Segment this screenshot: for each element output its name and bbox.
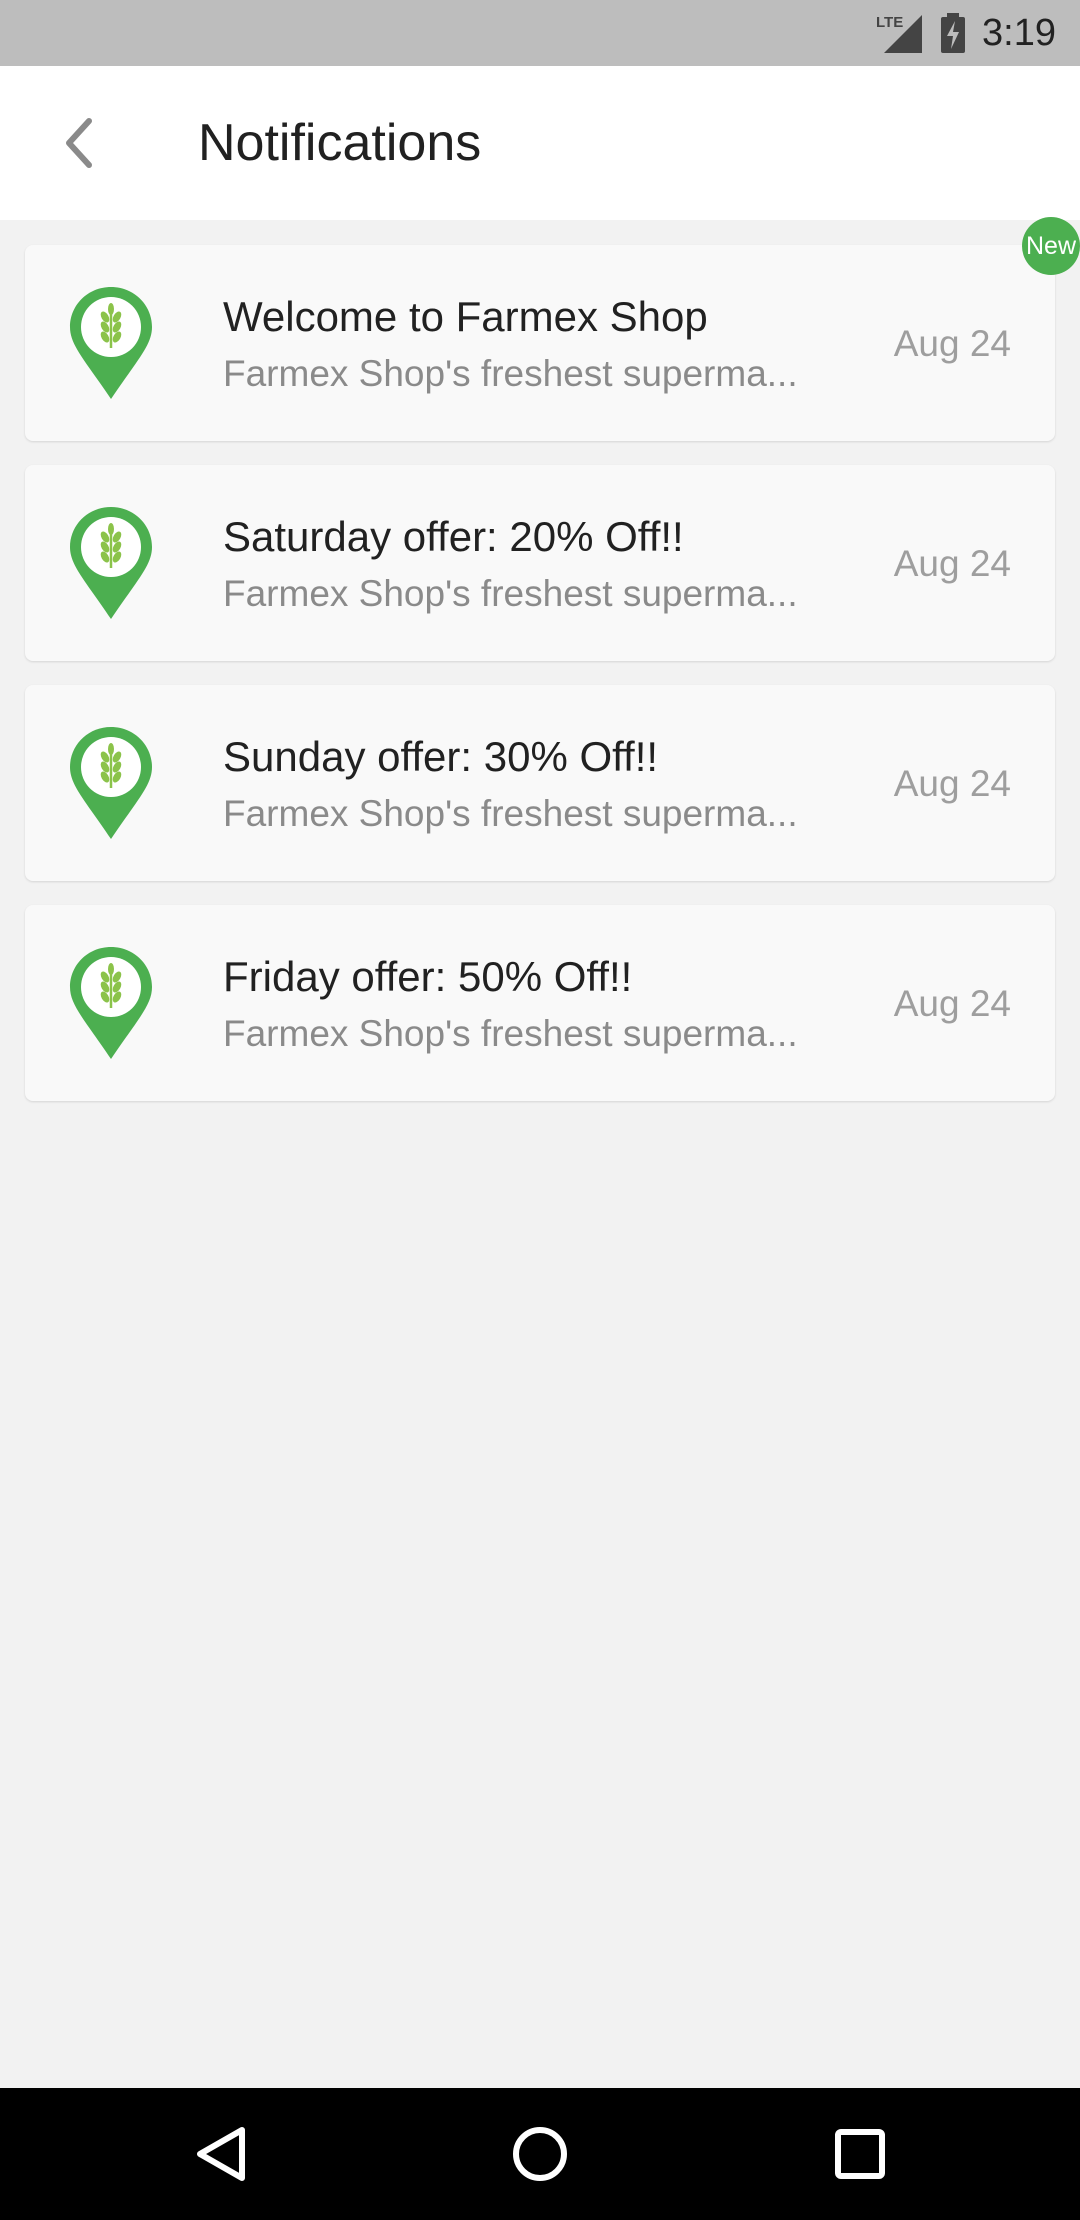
network-type-label: LTE: [876, 14, 903, 31]
notification-preview: Farmex Shop's freshest superma...: [223, 573, 798, 614]
notification-preview: Farmex Shop's freshest superma...: [223, 353, 798, 394]
new-badge: New: [1022, 217, 1080, 275]
nav-recents-button[interactable]: [820, 2114, 900, 2194]
status-time: 3:19: [982, 11, 1056, 54]
farm-location-pin-icon: [70, 507, 152, 619]
system-nav-bar: [0, 2088, 1080, 2220]
battery-charging-icon: [940, 13, 966, 53]
nav-recents-square-icon: [835, 2129, 885, 2179]
notification-title: Saturday offer: 20% Off!!: [223, 513, 684, 560]
chevron-left-icon: [66, 118, 92, 168]
nav-back-triangle-icon: [197, 2127, 245, 2181]
notification-preview: Farmex Shop's freshest superma...: [223, 1013, 798, 1054]
status-bar: LTE 3:19: [0, 0, 1080, 66]
notification-title: Welcome to Farmex Shop: [223, 293, 708, 340]
farm-location-pin-icon: [70, 287, 152, 399]
notification-item[interactable]: Friday offer: 50% Off!! Farmex Shop's fr…: [25, 905, 1055, 1101]
notification-date: Aug 24: [893, 983, 1011, 1024]
farm-location-pin-icon: [70, 727, 152, 839]
notification-item[interactable]: Saturday offer: 20% Off!! Farmex Shop's …: [25, 465, 1055, 661]
notification-date: Aug 24: [893, 763, 1011, 804]
notification-item[interactable]: Welcome to Farmex Shop Farmex Shop's fre…: [25, 217, 1080, 441]
notification-item[interactable]: Sunday offer: 30% Off!! Farmex Shop's fr…: [25, 685, 1055, 881]
back-button[interactable]: [40, 104, 118, 182]
farm-location-pin-icon: [70, 947, 152, 1059]
notification-preview: Farmex Shop's freshest superma...: [223, 793, 798, 834]
notification-list: Welcome to Farmex Shop Farmex Shop's fre…: [25, 217, 1080, 1125]
notification-date: Aug 24: [893, 543, 1011, 584]
app-bar: Notifications: [0, 66, 1080, 220]
notification-title: Sunday offer: 30% Off!!: [223, 733, 659, 780]
notification-date: Aug 24: [893, 323, 1011, 364]
notification-title: Friday offer: 50% Off!!: [223, 953, 633, 1000]
nav-back-button[interactable]: [182, 2114, 262, 2194]
page-title: Notifications: [198, 114, 482, 172]
nav-home-circle-icon: [513, 2127, 567, 2181]
lte-signal-icon: LTE: [876, 11, 924, 55]
nav-home-button[interactable]: [500, 2114, 580, 2194]
